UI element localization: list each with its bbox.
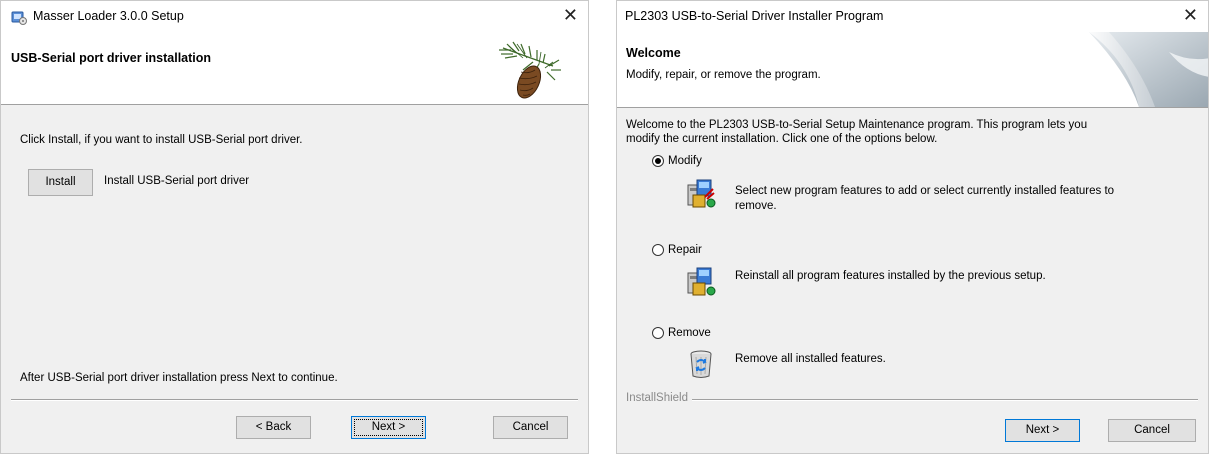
title-bar: Masser Loader 3.0.0 Setup ✕ bbox=[1, 1, 588, 32]
repair-option[interactable]: Repair bbox=[652, 244, 702, 256]
installshield-page-curl-graphic bbox=[1089, 32, 1208, 107]
modify-label: Modify bbox=[668, 155, 702, 167]
modify-radio[interactable] bbox=[652, 155, 664, 167]
masser-loader-setup-window: Masser Loader 3.0.0 Setup ✕ USB-Serial p… bbox=[0, 0, 589, 454]
title-bar: PL2303 USB-to-Serial Driver Installer Pr… bbox=[617, 1, 1208, 32]
repair-radio[interactable] bbox=[652, 244, 664, 256]
close-icon[interactable]: ✕ bbox=[563, 5, 578, 25]
intro-line-2: modify the current installation. Click o… bbox=[626, 133, 938, 145]
modify-setup-icon bbox=[687, 179, 716, 208]
repair-description: Reinstall all program features installed… bbox=[735, 270, 1046, 282]
modify-option[interactable]: Modify bbox=[652, 155, 702, 167]
page-subtitle: Modify, repair, or remove the program. bbox=[626, 69, 821, 81]
install-button[interactable]: Install bbox=[28, 169, 93, 196]
intro-line-1: Welcome to the PL2303 USB-to-Serial Setu… bbox=[626, 119, 1088, 131]
window-title: Masser Loader 3.0.0 Setup bbox=[33, 9, 184, 23]
instruction-text: Click Install, if you want to install US… bbox=[20, 134, 303, 146]
pine-cone-icon bbox=[499, 41, 561, 99]
remove-radio[interactable] bbox=[652, 327, 664, 339]
pl2303-installer-window: PL2303 USB-to-Serial Driver Installer Pr… bbox=[616, 0, 1209, 454]
divider bbox=[692, 399, 1198, 401]
header-banner: Welcome Modify, repair, or remove the pr… bbox=[617, 32, 1208, 108]
next-button[interactable]: Next > bbox=[1005, 419, 1080, 442]
close-icon[interactable]: ✕ bbox=[1183, 5, 1198, 25]
page-title: Welcome bbox=[626, 46, 681, 60]
divider bbox=[11, 399, 578, 401]
remove-option[interactable]: Remove bbox=[652, 327, 711, 339]
recycle-bin-icon bbox=[690, 350, 712, 378]
cancel-button[interactable]: Cancel bbox=[1108, 419, 1196, 442]
next-button[interactable]: Next > bbox=[351, 416, 426, 439]
installshield-brand: InstallShield bbox=[626, 392, 689, 404]
repair-setup-icon bbox=[687, 267, 716, 296]
repair-label: Repair bbox=[668, 244, 702, 256]
install-description: Install USB-Serial port driver bbox=[104, 175, 250, 187]
remove-description: Remove all installed features. bbox=[735, 353, 886, 365]
footer-note: After USB-Serial port driver installatio… bbox=[20, 372, 338, 384]
header-banner: USB-Serial port driver installation bbox=[1, 32, 588, 105]
setup-app-icon bbox=[11, 11, 27, 25]
modify-description-1: Select new program features to add or se… bbox=[735, 185, 1115, 197]
remove-label: Remove bbox=[668, 327, 711, 339]
back-button[interactable]: < Back bbox=[236, 416, 311, 439]
window-title: PL2303 USB-to-Serial Driver Installer Pr… bbox=[625, 9, 884, 23]
modify-description-2: remove. bbox=[735, 200, 777, 212]
cancel-button[interactable]: Cancel bbox=[493, 416, 568, 439]
page-title: USB-Serial port driver installation bbox=[11, 51, 212, 65]
